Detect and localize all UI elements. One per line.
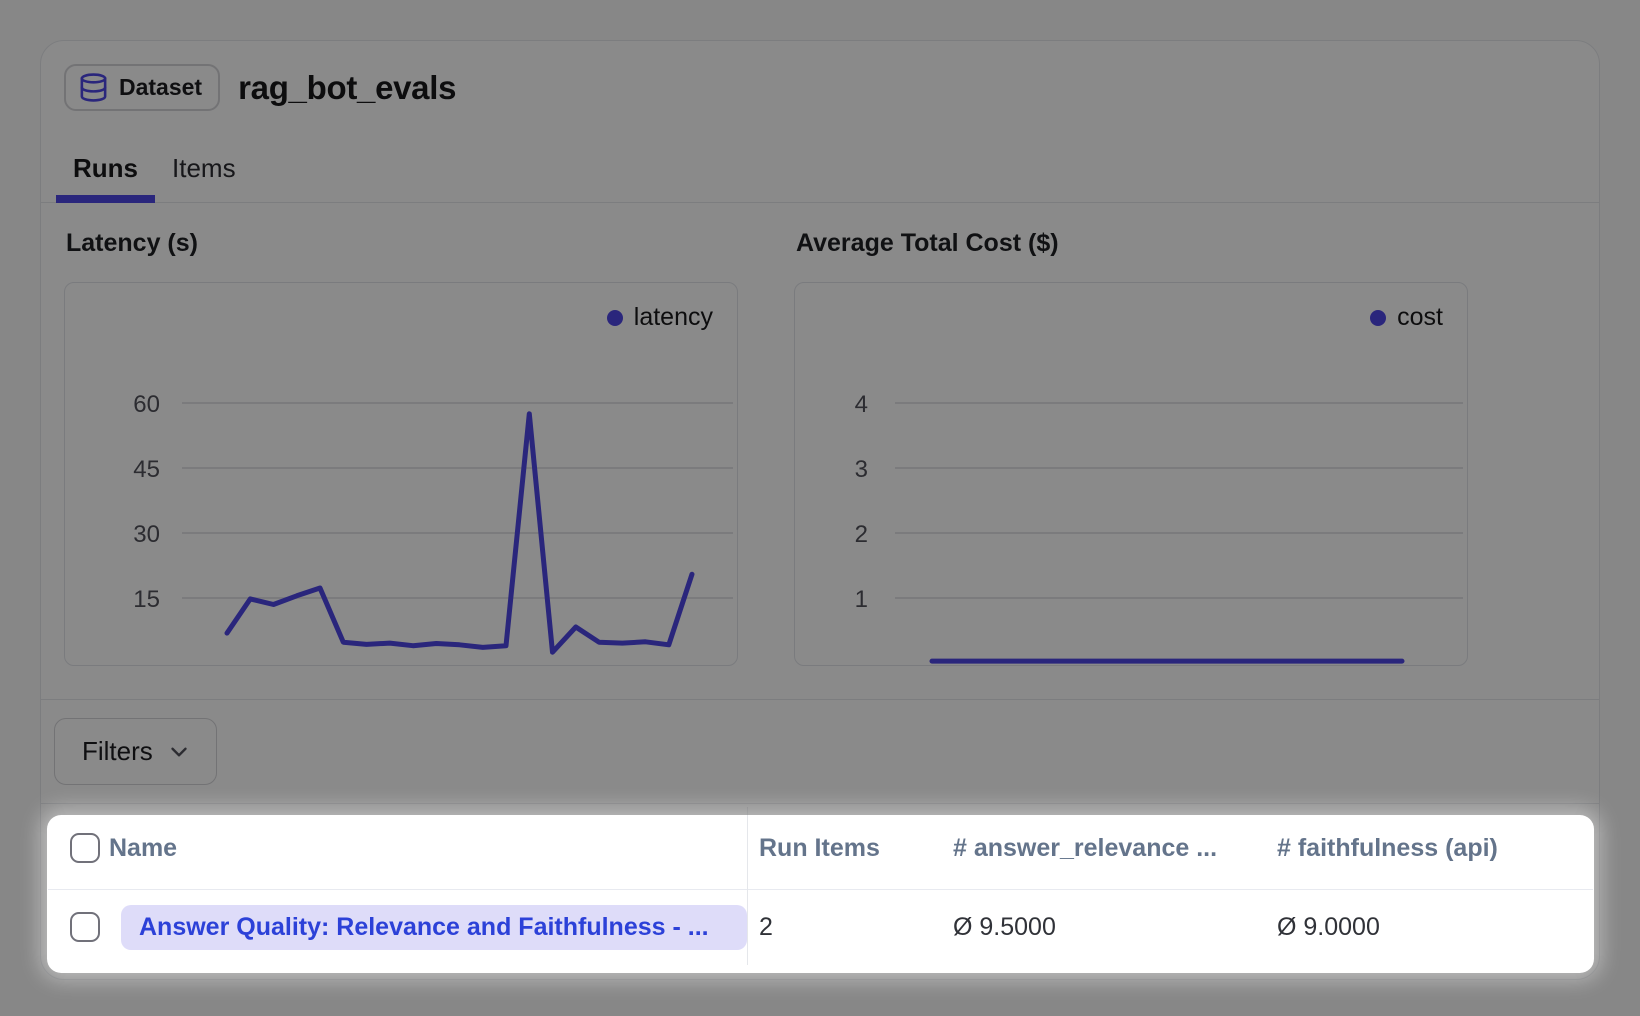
card-header: Dataset rag_bot_evals <box>41 41 1599 111</box>
chevron-down-icon <box>166 739 192 765</box>
run-name-link[interactable]: Answer Quality: Relevance and Faithfulne… <box>121 905 747 950</box>
column-divider <box>747 807 748 965</box>
column-header-run-items: Run Items <box>747 834 941 863</box>
table-header-row: Name Run Items # answer_relevance ... # … <box>48 807 1593 890</box>
page-background: Dataset rag_bot_evals Runs Items Latency… <box>0 0 1640 1016</box>
cost-chart: 4 3 2 1 cost <box>794 282 1468 666</box>
cost-legend-label: cost <box>1397 303 1443 332</box>
dataset-card: Dataset rag_bot_evals Runs Items Latency… <box>40 40 1600 980</box>
latency-legend-dot-icon <box>607 310 623 326</box>
database-icon <box>78 72 109 103</box>
latency-chart-block: Latency (s) 60 45 30 15 latency <box>64 229 738 666</box>
latency-chart-title: Latency (s) <box>66 229 738 258</box>
column-header-answer-relevance: # answer_relevance ... <box>941 834 1265 863</box>
svg-text:45: 45 <box>133 456 160 483</box>
svg-text:30: 30 <box>133 521 160 548</box>
svg-text:60: 60 <box>133 391 160 418</box>
header-checkbox-cell <box>48 833 109 863</box>
filter-bar: Filters <box>41 699 1599 804</box>
svg-text:15: 15 <box>133 586 160 613</box>
row-answer-relevance-value: Ø 9.5000 <box>941 913 1265 942</box>
tab-runs-label: Runs <box>73 153 138 183</box>
runs-table: Name Run Items # answer_relevance ... # … <box>48 807 1593 965</box>
tab-runs[interactable]: Runs <box>56 139 155 202</box>
dataset-type-badge: Dataset <box>64 64 220 111</box>
latency-legend: latency <box>607 303 713 332</box>
select-all-checkbox[interactable] <box>70 833 100 863</box>
latency-legend-label: latency <box>634 303 713 332</box>
svg-text:4: 4 <box>855 391 868 418</box>
filters-button[interactable]: Filters <box>54 718 217 785</box>
latency-chart: 60 45 30 15 latency <box>64 282 738 666</box>
cost-chart-plot: 4 3 2 1 <box>795 283 1466 664</box>
charts-section: Latency (s) 60 45 30 15 latency Average Tot… <box>41 203 1599 666</box>
row-name-cell: Answer Quality: Relevance and Faithfulne… <box>109 905 747 950</box>
tab-items[interactable]: Items <box>155 139 253 202</box>
row-faithfulness-value: Ø 9.0000 <box>1265 913 1593 942</box>
tab-bar: Runs Items <box>41 139 1599 203</box>
page-title: rag_bot_evals <box>238 69 456 107</box>
cost-legend: cost <box>1370 303 1443 332</box>
svg-text:3: 3 <box>855 456 868 483</box>
column-header-faithfulness: # faithfulness (api) <box>1265 834 1593 863</box>
cost-legend-dot-icon <box>1370 310 1386 326</box>
row-checkbox-cell <box>48 912 109 942</box>
filters-button-label: Filters <box>82 736 153 767</box>
table-row[interactable]: Answer Quality: Relevance and Faithfulne… <box>48 890 1593 964</box>
tab-items-label: Items <box>172 153 236 183</box>
svg-text:2: 2 <box>855 521 868 548</box>
column-header-name: Name <box>109 834 747 863</box>
svg-text:1: 1 <box>855 586 868 613</box>
row-run-items-value: 2 <box>747 913 941 942</box>
row-checkbox[interactable] <box>70 912 100 942</box>
latency-chart-plot: 60 45 30 15 <box>65 283 736 664</box>
cost-chart-block: Average Total Cost ($) 4 3 2 1 cost <box>794 229 1468 666</box>
badge-label: Dataset <box>119 74 202 101</box>
cost-chart-title: Average Total Cost ($) <box>796 229 1468 258</box>
